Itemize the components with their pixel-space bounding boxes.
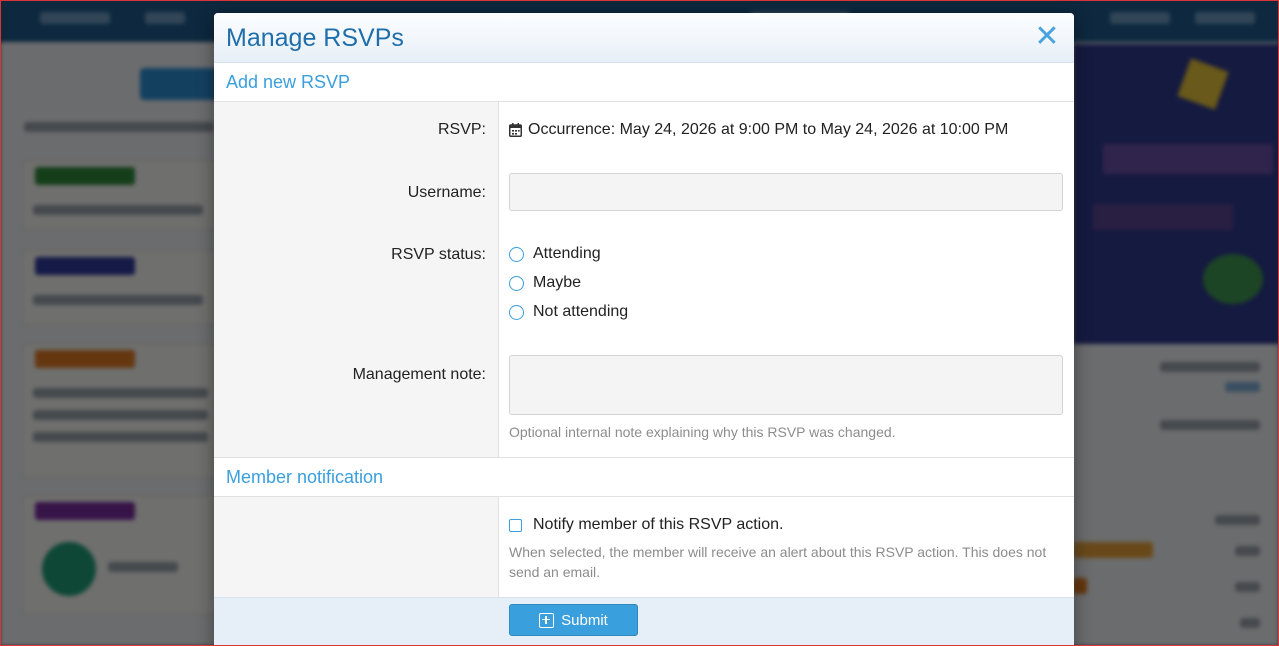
occurrence-text: Occurrence: May 24, 2026 at 9:00 PM to M… [528,121,1009,138]
form-labels-column: RSVP: Username: RSVP status: Management … [214,102,499,457]
submit-label: Submit [561,611,608,629]
close-icon[interactable]: ✕ [1034,22,1060,52]
dialog-title: Manage RSVPs [226,24,404,52]
radio-label: Maybe [533,274,582,291]
rsvp-status-attending[interactable]: Attending [509,245,601,263]
submit-button[interactable]: Submit [509,604,638,636]
username-label: Username: [407,184,486,201]
radio-button[interactable] [509,275,524,291]
form-inputs-column: Notify member of this RSVP action. When … [499,497,1074,598]
form-labels-column [214,497,499,598]
add-rsvp-heading: Add new RSVP [214,63,1074,102]
notify-member-checkbox[interactable] [509,518,522,532]
notify-member-option[interactable]: Notify member of this RSVP action. [509,516,783,534]
radio-label: Not attending [533,303,629,320]
rsvp-status-label: RSVP status: [391,246,486,263]
form-inputs-column: Occurrence: May 24, 2026 at 9:00 PM to M… [499,102,1074,457]
dialog-header: Manage RSVPs ✕ [214,13,1074,63]
member-notification-heading: Member notification [214,458,1074,497]
management-note-hint: Optional internal note explaining why th… [509,424,896,440]
rsvp-label: RSVP: [437,121,486,138]
rsvp-status-not-attending[interactable]: Not attending [509,303,628,321]
notify-member-hint: When selected, the member will receive a… [509,544,1047,580]
management-note-textarea[interactable] [509,355,1063,415]
notify-member-label: Notify member of this RSVP action. [533,516,784,533]
radio-button[interactable] [509,246,524,262]
manage-rsvps-dialog: Manage RSVPs ✕ Add new RSVP RSVP: Userna… [214,13,1074,646]
calendar-icon [509,123,522,137]
username-input[interactable] [509,173,1063,211]
management-note-label: Management note: [352,366,486,383]
notification-form: Notify member of this RSVP action. When … [214,497,1074,598]
occurrence-info: Occurrence: May 24, 2026 at 9:00 PM to M… [509,121,1008,139]
dialog-footer: Submit [214,597,1074,646]
plus-square-icon [539,612,555,628]
add-rsvp-form: RSVP: Username: RSVP status: Management … [214,102,1074,458]
radio-button[interactable] [509,304,524,320]
radio-label: Attending [533,245,601,262]
rsvp-status-maybe[interactable]: Maybe [509,274,581,292]
